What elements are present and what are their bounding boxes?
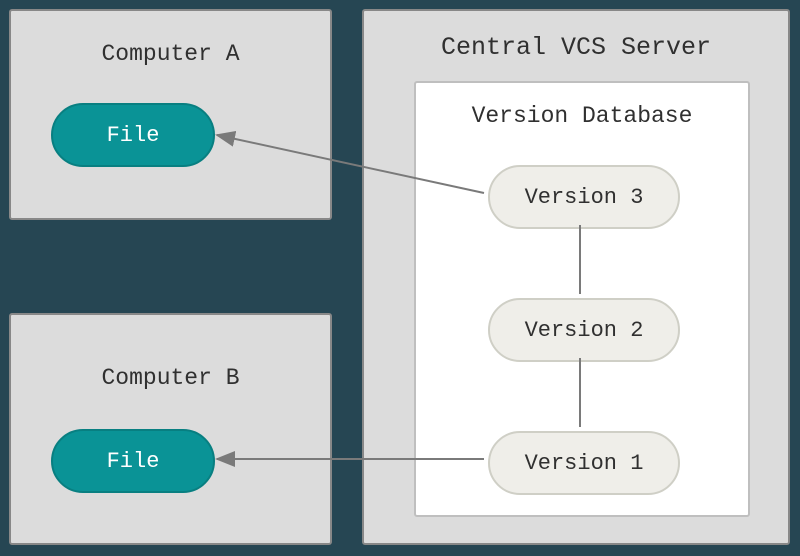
version-pill-1: Version 1 (488, 431, 680, 495)
version-label-2: Version 2 (525, 318, 644, 343)
computer-a-title: Computer A (11, 41, 330, 67)
server-title: Central VCS Server (364, 33, 788, 62)
computer-b-file-label: File (107, 449, 160, 474)
version-database-title: Version Database (416, 103, 748, 129)
computer-b-file-pill: File (51, 429, 215, 493)
computer-a-box: Computer A File (9, 9, 332, 220)
computer-a-file-pill: File (51, 103, 215, 167)
computer-b-title: Computer B (11, 365, 330, 391)
computer-b-box: Computer B File (9, 313, 332, 545)
version-pill-2: Version 2 (488, 298, 680, 362)
version-label-3: Version 3 (525, 185, 644, 210)
server-box: Central VCS Server Version Database Vers… (362, 9, 790, 545)
diagram-stage: Computer A File Computer B File Central … (0, 0, 800, 556)
computer-a-file-label: File (107, 123, 160, 148)
version-label-1: Version 1 (525, 451, 644, 476)
version-database-box: Version Database Version 3 Version 2 Ver… (414, 81, 750, 517)
version-pill-3: Version 3 (488, 165, 680, 229)
